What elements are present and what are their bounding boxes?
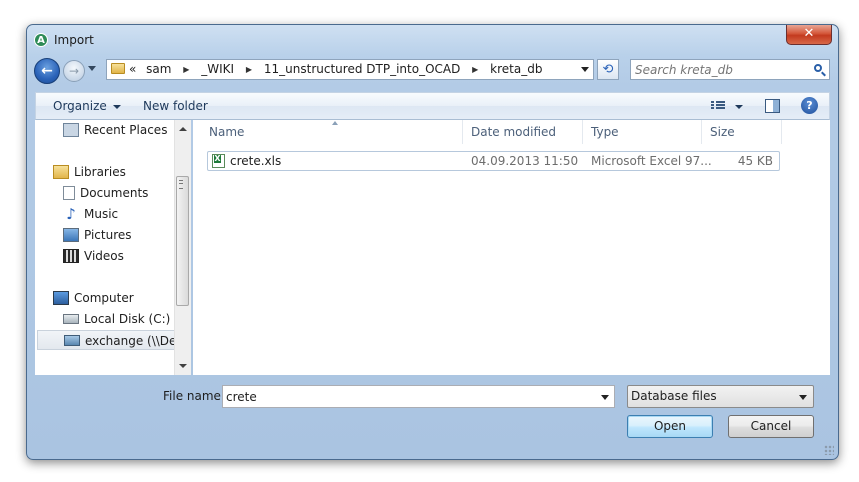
sidebar-item-exchange[interactable]: exchange (\\Dells [37,330,191,350]
file-name-combobox[interactable] [222,385,615,408]
breadcrumb-separator-icon[interactable]: ▶ [472,65,478,74]
back-button[interactable]: ← [34,58,60,84]
documents-icon [63,185,75,200]
column-header-type[interactable]: Type [583,120,702,144]
music-icon: ♪ [66,204,76,223]
navigation-bar: ← → « sam ▶ _WIKI ▶ 11_unstructured DTP_… [27,57,838,85]
preview-pane-icon[interactable] [765,99,780,113]
pictures-icon [63,227,79,242]
breadcrumb-item-wiki[interactable]: _WIKI [201,62,234,76]
sidebar-item-label: Documents [80,186,149,200]
search-icon[interactable] [814,64,822,72]
sidebar-item-music[interactable]: ♪ Music [63,204,118,224]
file-type-value: Database files [631,389,717,403]
file-type-select[interactable]: Database files [627,385,814,408]
dialog-footer: File name: Database files Open Cancel [27,375,838,459]
file-date-modified: 04.09.2013 11:50 [471,154,579,168]
videos-icon [63,248,79,263]
sidebar-item-label: Music [84,207,119,221]
local-disk-icon [63,313,79,324]
sidebar-item-label: Recent Places [84,123,168,137]
file-name-input[interactable] [226,388,586,405]
navigation-scrollbar[interactable] [174,120,191,375]
sidebar-item-pictures[interactable]: Pictures [63,225,132,245]
forward-button[interactable]: → [63,60,85,82]
sidebar-item-label: Pictures [84,228,132,242]
sidebar-item-documents[interactable]: Documents [63,183,148,203]
file-name: crete.xls [230,154,282,168]
address-dropdown-icon[interactable] [581,67,589,72]
cancel-button[interactable]: Cancel [728,415,814,438]
scrollbar-thumb[interactable] [176,176,189,306]
sidebar-item-local-disk[interactable]: Local Disk (C:) [63,309,170,329]
chevron-down-icon [112,104,121,109]
libraries-icon [53,164,69,179]
organize-button[interactable]: Organize [53,99,121,113]
file-name-dropdown-icon[interactable] [601,395,609,400]
search-box[interactable] [630,59,830,80]
recent-places-icon [63,122,79,137]
breadcrumb-item-kreta-db[interactable]: kreta_db [490,62,542,76]
recent-locations-chevron-icon[interactable] [88,66,96,71]
search-input[interactable] [635,61,805,78]
sidebar-item-libraries[interactable]: Libraries [53,162,126,182]
breadcrumb-item-dtp[interactable]: 11_unstructured DTP_into_OCAD [264,62,460,76]
sidebar-item-recent-places[interactable]: Recent Places [63,120,167,140]
command-toolbar: Organize New folder ? [35,92,830,120]
scroll-down-icon[interactable] [179,364,187,368]
app-logo-icon: A [34,33,48,47]
file-row[interactable]: crete.xls 04.09.2013 11:50 Microsoft Exc… [207,151,780,171]
column-header-size[interactable]: Size [702,120,782,144]
sidebar-item-videos[interactable]: Videos [63,246,124,266]
file-type-dropdown-icon[interactable] [799,395,807,400]
close-button[interactable]: ✕ [786,25,832,45]
address-bar[interactable]: « sam ▶ _WIKI ▶ 11_unstructured DTP_into… [106,59,594,80]
sidebar-item-label: Computer [74,291,134,305]
file-name-label: File name: [163,389,225,403]
network-drive-icon [64,335,80,346]
scroll-grip-icon [179,180,183,189]
refresh-button[interactable]: ⟲ [597,59,619,80]
column-header-row: Name Date modified Type Size [193,120,830,144]
file-size: 45 KB [737,154,773,168]
change-view-icon[interactable] [711,101,725,112]
new-folder-button[interactable]: New folder [143,99,208,113]
sidebar-item-label: Videos [84,249,124,263]
breadcrumb-separator-icon[interactable]: ▶ [183,65,189,74]
open-button[interactable]: Open [627,415,713,438]
breadcrumb: « sam ▶ _WIKI ▶ 11_unstructured DTP_into… [129,62,548,76]
breadcrumb-item-sam[interactable]: sam [146,62,171,76]
resize-grip-icon[interactable] [824,445,834,455]
file-type: Microsoft Excel 97... [591,154,712,168]
excel-file-icon [212,154,225,168]
organize-label: Organize [53,99,107,113]
sidebar-item-label: Libraries [74,165,126,179]
sort-ascending-icon [332,121,338,125]
scroll-up-icon[interactable] [179,127,187,131]
breadcrumb-overflow[interactable]: « [129,62,136,76]
computer-icon [53,290,69,305]
help-icon[interactable]: ? [801,97,818,114]
column-header-date-modified[interactable]: Date modified [463,120,583,144]
sidebar-item-computer[interactable]: Computer [53,288,134,308]
sidebar-item-label: Local Disk (C:) [84,312,171,326]
title-bar[interactable]: A Import ✕ [27,25,838,53]
window-title: Import [54,33,94,47]
view-options-chevron-icon[interactable] [735,105,743,109]
folder-icon [111,63,125,74]
breadcrumb-separator-icon[interactable]: ▶ [246,65,252,74]
navigation-pane: Recent Places Libraries Documents ♪ Music… [35,120,191,375]
file-list[interactable]: Name Date modified Type Size crete.xls 0… [193,120,830,375]
import-dialog: A Import ✕ ← → « sam ▶ _WIKI ▶ 11_unstru… [26,24,839,460]
